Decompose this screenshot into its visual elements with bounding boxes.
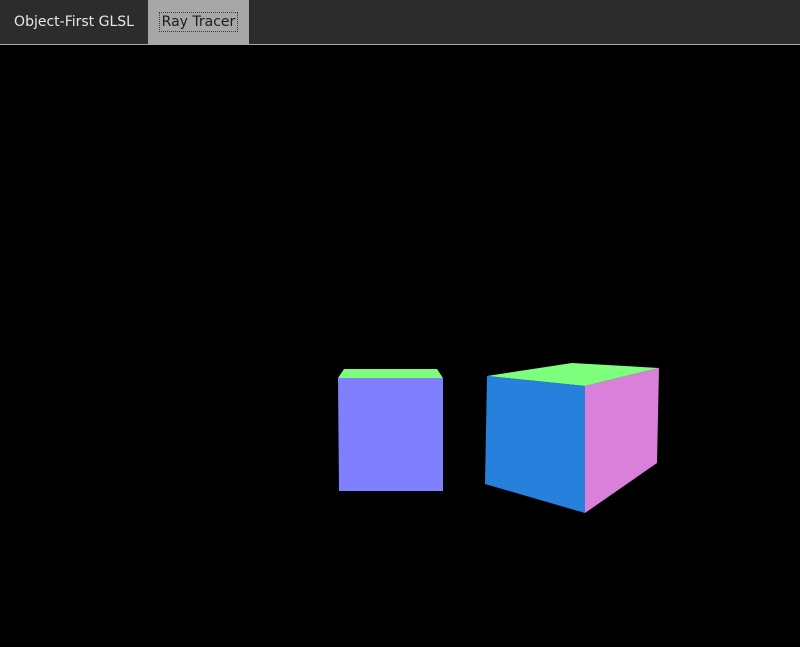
tab-object-first-glsl-label: Object-First GLSL xyxy=(14,14,134,30)
left-cube xyxy=(338,369,443,491)
right-cube xyxy=(485,363,659,513)
tab-ray-tracer[interactable]: Ray Tracer xyxy=(148,0,249,44)
tab-ray-tracer-label: Ray Tracer xyxy=(158,12,239,32)
left-cube-top-face xyxy=(338,369,443,378)
render-viewport[interactable] xyxy=(0,46,800,647)
rendered-scene xyxy=(338,363,659,513)
right-cube-front-face xyxy=(485,376,585,513)
tab-bar: Object-First GLSL Ray Tracer xyxy=(0,0,800,45)
tab-object-first-glsl[interactable]: Object-First GLSL xyxy=(0,0,148,44)
right-cube-side-face xyxy=(585,368,659,513)
left-cube-front-face xyxy=(338,378,443,491)
